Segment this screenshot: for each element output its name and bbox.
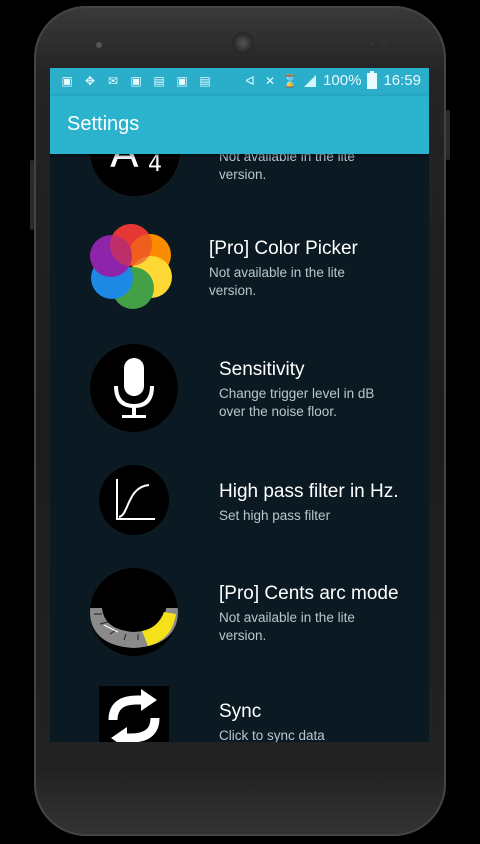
page-title: Settings xyxy=(67,113,140,135)
item-subtitle: Not available in the lite version. xyxy=(209,265,345,298)
mute-icon: ✕ xyxy=(265,73,276,88)
cents-arc-icon xyxy=(90,568,178,656)
settings-item-high-pass-filter[interactable]: High pass filter in Hz. Set high pass fi… xyxy=(50,465,429,565)
item-subtitle: Click to sync data xyxy=(219,728,325,742)
battery-icon xyxy=(367,70,378,89)
settings-item-sensitivity[interactable]: Sensitivity Change trigger level in dB o… xyxy=(50,344,429,444)
item-subtitle: Not available in the lite version. xyxy=(219,610,355,643)
battery-percent: 100% xyxy=(323,72,362,89)
item-title: Sensitivity xyxy=(219,359,305,380)
front-camera xyxy=(96,42,102,48)
pinwheel-icon: ✥ xyxy=(84,74,96,88)
volume-button xyxy=(30,160,34,230)
item-subtitle: Not available in the lite version. xyxy=(219,154,355,182)
bluetooth-icon: ᐊ xyxy=(245,73,255,88)
status-bar: ▣ ✥ ✉ ▣ ▤ ▣ ▤ ᐊ ✕ ⌛ 100% 16:59 xyxy=(50,68,429,96)
notification-icons: ▣ ✥ ✉ ▣ ▤ ▣ ▤ xyxy=(60,74,212,88)
photo-icon: ▤ xyxy=(199,74,211,88)
system-icons: ᐊ ✕ ⌛ 100% 16:59 xyxy=(243,70,421,89)
item-title: [Pro] Color Picker xyxy=(209,238,358,259)
item-title: [Pro] Cents arc mode xyxy=(219,583,399,604)
item-subtitle: Set high pass filter xyxy=(219,508,331,523)
sync-icon xyxy=(99,686,169,742)
settings-item-sync[interactable]: Sync Click to sync data xyxy=(50,686,429,742)
chart-icon: ▤ xyxy=(153,74,165,88)
item-subtitle: Change trigger level in dB over the nois… xyxy=(219,386,375,419)
note-a4-icon: A 4 xyxy=(90,154,180,196)
power-button xyxy=(446,110,450,160)
sensor xyxy=(370,42,374,46)
screen: ▣ ✥ ✉ ▣ ▤ ▣ ▤ ᐊ ✕ ⌛ 100% 16:59 Settings … xyxy=(50,68,429,742)
mail-icon: ✉ xyxy=(107,74,119,88)
settings-list[interactable]: A 4 Not available in the lite version. xyxy=(50,154,429,742)
sensor xyxy=(382,42,386,46)
microphone-icon xyxy=(90,344,178,432)
signal-icon xyxy=(303,74,317,88)
settings-item-color-picker[interactable]: [Pro] Color Picker Not available in the … xyxy=(50,222,429,322)
app-bar: Settings xyxy=(50,96,429,154)
settings-item-note[interactable]: A 4 Not available in the lite version. xyxy=(50,154,429,206)
message-icon: ▣ xyxy=(176,74,188,88)
gallery-icon: ▣ xyxy=(130,74,142,88)
clock: 16:59 xyxy=(383,72,421,89)
settings-item-cents-arc-mode[interactable]: [Pro] Cents arc mode Not available in th… xyxy=(50,568,429,668)
filter-curve-icon xyxy=(99,465,169,535)
earpiece-speaker xyxy=(232,32,254,54)
alarm-icon: ⌛ xyxy=(282,73,298,88)
item-title: High pass filter in Hz. xyxy=(219,481,399,502)
color-flower-icon xyxy=(88,222,174,310)
item-title: Sync xyxy=(219,701,262,722)
gallery-icon: ▣ xyxy=(61,74,73,88)
